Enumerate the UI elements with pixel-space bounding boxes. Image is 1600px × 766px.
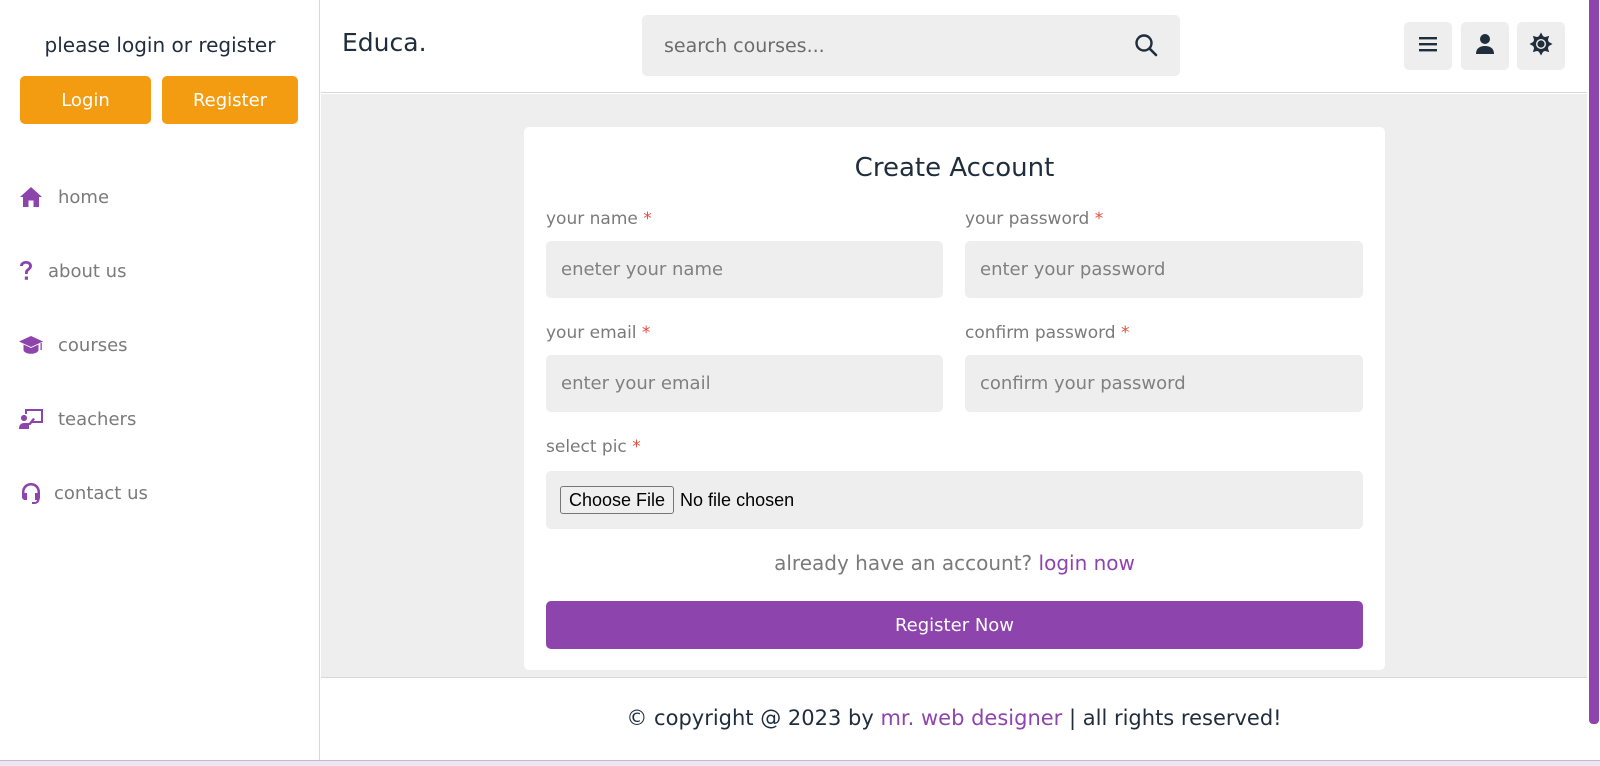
graduation-cap-icon — [18, 332, 44, 358]
required-mark: * — [641, 323, 651, 343]
form-title: Create Account — [854, 153, 1055, 183]
confirm-password-label: confirm password * — [965, 323, 1130, 343]
menu-icon — [1418, 35, 1438, 57]
login-button[interactable]: Login — [20, 76, 151, 124]
login-prompt: please login or register — [44, 33, 276, 57]
register-button[interactable]: Register — [162, 76, 298, 124]
copyright-text: © copyright @ 2023 by mr. web designer |… — [321, 706, 1587, 730]
sidebar: please login or register Login Register … — [0, 0, 320, 760]
copyright-suffix: | all rights reserved! — [1069, 706, 1282, 730]
email-label: your email * — [546, 323, 650, 343]
register-form: Create Account your name * your password… — [524, 127, 1385, 670]
email-label-text: your email — [546, 323, 637, 343]
headset-icon — [18, 480, 44, 506]
sidebar-item-label: courses — [58, 334, 128, 356]
file-status: No file chosen — [680, 489, 795, 510]
user-icon — [1475, 33, 1495, 59]
sidebar-item-about[interactable]: about us — [18, 256, 126, 286]
required-mark: * — [632, 437, 641, 457]
pic-label: select pic * — [546, 437, 641, 457]
email-field[interactable] — [546, 355, 943, 412]
sidebar-item-home[interactable]: home — [18, 182, 109, 212]
required-mark: * — [1121, 323, 1130, 343]
user-button[interactable] — [1461, 22, 1509, 70]
confirm-password-field[interactable] — [965, 355, 1363, 412]
sidebar-item-label: home — [58, 186, 110, 208]
search-input[interactable] — [642, 15, 1112, 76]
sidebar-item-label: contact us — [54, 482, 148, 504]
name-label-text: your name — [546, 209, 638, 229]
search-bar — [642, 15, 1180, 76]
name-field[interactable] — [546, 241, 943, 298]
password-label: your password * — [965, 209, 1103, 229]
copyright-prefix: © copyright @ 2023 by — [626, 706, 874, 730]
required-mark: * — [1094, 209, 1104, 229]
header: Educa. — [321, 0, 1587, 93]
choose-file-button[interactable]: Choose File — [560, 486, 675, 514]
question-icon — [18, 258, 34, 284]
main-content: Create Account your name * your password… — [321, 94, 1587, 677]
password-field[interactable] — [965, 241, 1363, 298]
sidebar-item-teachers[interactable]: teachers — [18, 404, 136, 434]
search-icon[interactable] — [1134, 33, 1160, 59]
author-link[interactable]: mr. web designer — [880, 706, 1062, 730]
sidebar-item-contact[interactable]: contact us — [18, 478, 148, 508]
sidebar-item-label: about us — [48, 260, 127, 282]
pic-label-text: select pic — [546, 437, 627, 457]
already-account-text: already have an account? login now — [524, 551, 1385, 575]
theme-toggle-button[interactable] — [1517, 22, 1565, 70]
name-label: your name * — [546, 209, 652, 229]
logo[interactable]: Educa. — [342, 28, 427, 57]
register-now-button[interactable]: Register Now — [546, 601, 1363, 649]
footer: © copyright @ 2023 by mr. web designer |… — [321, 677, 1587, 760]
scrollbar-thumb[interactable] — [1589, 0, 1599, 724]
menu-button[interactable] — [1404, 22, 1452, 70]
file-picker: Choose File No file chosen — [546, 471, 1363, 529]
home-icon — [18, 184, 44, 210]
already-account-prompt: already have an account? — [774, 551, 1033, 575]
confirm-password-label-text: confirm password — [965, 323, 1116, 343]
sidebar-item-label: teachers — [58, 408, 137, 430]
login-now-link[interactable]: login now — [1039, 551, 1135, 575]
chalkboard-teacher-icon — [18, 406, 44, 432]
password-label-text: your password — [965, 209, 1090, 229]
sidebar-item-courses[interactable]: courses — [18, 330, 128, 360]
required-mark: * — [643, 209, 652, 229]
window-bottom-edge — [0, 760, 1600, 766]
sun-icon — [1529, 32, 1553, 60]
